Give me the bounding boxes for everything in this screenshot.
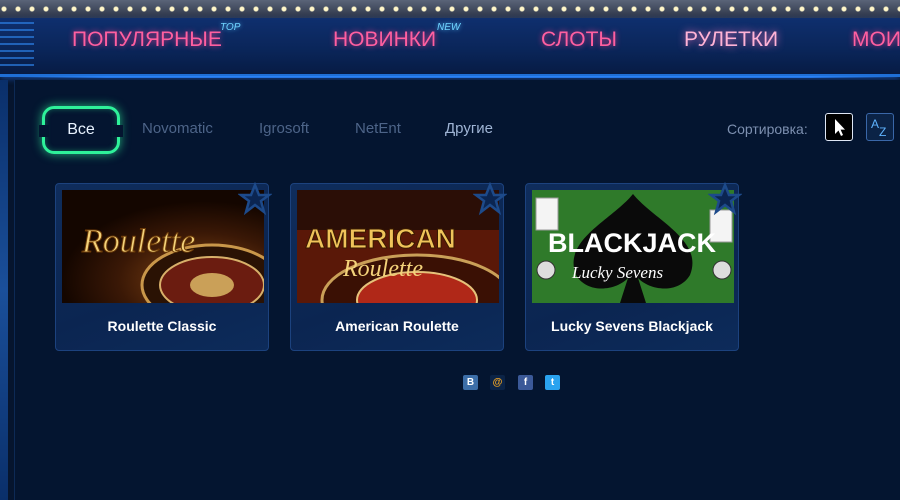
nav-item-label: ПОПУЛЯРНЫЕ xyxy=(72,28,222,51)
nav-item-my[interactable]: МОИ xyxy=(852,28,900,52)
thumb-title: Roulette xyxy=(81,223,195,260)
new-badge: NEW xyxy=(437,22,461,33)
vk-icon[interactable]: B xyxy=(463,375,478,390)
filter-novomatic[interactable]: Novomatic xyxy=(142,120,213,137)
thumb-title-line2: Lucky Sevens xyxy=(571,263,663,282)
left-edge-decoration xyxy=(0,80,8,500)
nav-item-label: РУЛЕТКИ xyxy=(684,28,779,51)
game-thumbnail: BLACKJACK Lucky Sevens xyxy=(532,190,734,303)
american-roulette-thumbnail-art: AMERICAN Roulette xyxy=(297,190,499,303)
favorite-star-icon[interactable] xyxy=(238,182,272,216)
mail-icon[interactable]: @ xyxy=(490,375,505,390)
sort-az-button[interactable]: A Z xyxy=(866,113,894,141)
nav-decoration xyxy=(0,22,34,68)
filter-other[interactable]: Другие xyxy=(445,120,493,137)
nav-item-label: СЛОТЫ xyxy=(541,28,618,51)
nav-glow-line xyxy=(18,76,898,78)
game-title: Lucky Sevens Blackjack xyxy=(551,318,713,334)
nav-item-new[interactable]: НОВИНКИ NEW xyxy=(333,22,460,52)
favorite-star-icon[interactable] xyxy=(473,182,507,216)
nav-item-label: НОВИНКИ xyxy=(333,28,437,51)
game-card-american-roulette[interactable]: AMERICAN Roulette American Roulette xyxy=(290,182,507,351)
game-card-roulette-classic[interactable]: Roulette Roulette Classic xyxy=(55,182,272,351)
az-letter-a: A xyxy=(871,117,879,131)
game-card-lucky-sevens-blackjack[interactable]: BLACKJACK Lucky Sevens Lucky Sevens Blac… xyxy=(525,182,742,351)
filter-all-label: Все xyxy=(67,121,95,138)
nav-item-popular[interactable]: ПОПУЛЯРНЫЕ TOP xyxy=(72,22,240,52)
blackjack-thumbnail-art: BLACKJACK Lucky Sevens xyxy=(532,190,734,303)
game-thumbnail: AMERICAN Roulette xyxy=(297,190,499,303)
favorite-star-icon[interactable] xyxy=(708,182,742,216)
game-title: Roulette Classic xyxy=(107,318,217,334)
top-badge: TOP xyxy=(220,22,241,33)
nav-item-slots[interactable]: СЛОТЫ xyxy=(541,28,617,52)
nav-item-label: МОИ xyxy=(852,28,900,51)
az-letter-z: Z xyxy=(879,125,886,139)
roulette-thumbnail-art: Roulette xyxy=(62,190,264,303)
filter-igrosoft[interactable]: Igrosoft xyxy=(259,120,309,137)
filter-netent[interactable]: NetEnt xyxy=(355,120,401,137)
top-nav: ПОПУЛЯРНЫЕ TOP НОВИНКИ NEW СЛОТЫ РУЛЕТКИ… xyxy=(0,18,900,78)
thumb-title-line2: Roulette xyxy=(342,256,423,282)
thumb-title-line1: AMERICAN xyxy=(305,223,456,254)
game-thumbnail: Roulette xyxy=(62,190,264,303)
pointer-icon xyxy=(835,119,845,136)
sort-default-button[interactable] xyxy=(825,113,853,141)
sort-label: Сортировка: xyxy=(727,121,808,137)
twitter-icon[interactable]: t xyxy=(545,375,560,390)
az-sort-icon: A Z xyxy=(871,117,886,139)
filter-all-button[interactable]: Все xyxy=(39,106,123,154)
facebook-icon[interactable]: f xyxy=(518,375,533,390)
nav-item-roulettes[interactable]: РУЛЕТКИ xyxy=(684,28,778,52)
thumb-title-line1: BLACKJACK xyxy=(548,228,717,258)
game-title: American Roulette xyxy=(335,318,459,334)
marquee-light-strip xyxy=(0,0,900,19)
